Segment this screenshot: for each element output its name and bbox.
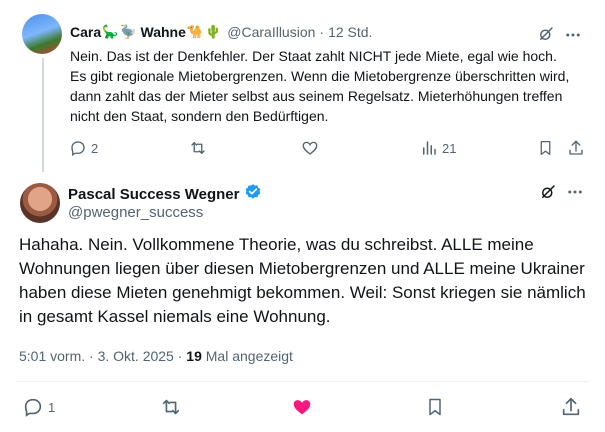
verified-badge-icon[interactable] [244,183,262,205]
divider [16,381,589,382]
emoji-camel: 🐪 [186,24,204,39]
retweet-icon [162,399,180,415]
grok-icon[interactable] [537,25,555,43]
main-author-handle[interactable]: @pwegner_success [68,204,203,221]
separator-dot: · [319,24,325,40]
retweet-button[interactable] [188,139,208,157]
main-share-button[interactable] [560,396,582,418]
tweet-timestamp[interactable]: 5:01 vorm. · 3. Okt. 2025 · [19,348,182,364]
main-author-name[interactable]: Pascal Success Wegner [68,186,240,203]
emoji-cactus: 🌵 [205,24,222,39]
like-icon [302,141,318,155]
reply-header: Cara 🦕 🦤 Wahne 🐪 🌵 @CaraIllusion · 12 St… [70,24,372,40]
main-tweet-text: Hahaha. Nein. Vollkommene Theorie, was d… [19,235,586,326]
main-reply-count: 1 [48,399,56,415]
thread-line [42,58,44,172]
view-count: 19 [186,348,202,364]
more-icon[interactable] [566,183,584,201]
retweet-icon [191,142,205,154]
views-button[interactable]: 21 [420,139,456,157]
grok-icon[interactable] [539,183,557,201]
avatar[interactable] [20,183,60,223]
main-author-name-row: Pascal Success Wegner [68,183,262,205]
bookmark-button[interactable] [537,139,554,157]
main-reply-button[interactable]: 1 [22,396,55,418]
like-icon [293,400,311,415]
avatar[interactable] [22,14,62,54]
reply-icon [71,141,85,157]
reply-time[interactable]: 12 Std. [328,24,372,40]
main-bookmark-button[interactable] [425,396,445,418]
reply-author-name[interactable]: Cara [70,24,101,40]
like-button[interactable] [301,139,319,157]
reply-author-handle[interactable]: @CaraIllusion [227,24,315,40]
reply-button[interactable]: 2 [69,139,98,157]
view-count-label: Mal angezeigt [205,348,293,364]
more-icon[interactable] [564,26,582,44]
main-like-button[interactable] [291,396,313,418]
reply-count: 2 [91,140,99,156]
reply-icon [24,398,42,417]
bookmark-icon [540,140,551,156]
views-icon [423,141,436,155]
reply-author-name-part2[interactable]: Wahne [141,24,186,40]
emoji-dinosaur: 🦕 [102,24,119,39]
share-button[interactable] [567,139,585,157]
share-icon [569,140,583,155]
emoji-dodo: 🦤 [120,24,137,39]
main-retweet-button[interactable] [160,396,182,418]
bookmark-icon [429,398,441,416]
share-icon [562,397,580,416]
reply-text: Nein. Das ist der Denkfehler. Der Staat … [70,48,570,124]
tweet-meta: 5:01 vorm. · 3. Okt. 2025 · 19 Mal angez… [19,348,293,364]
views-count: 21 [442,140,457,156]
